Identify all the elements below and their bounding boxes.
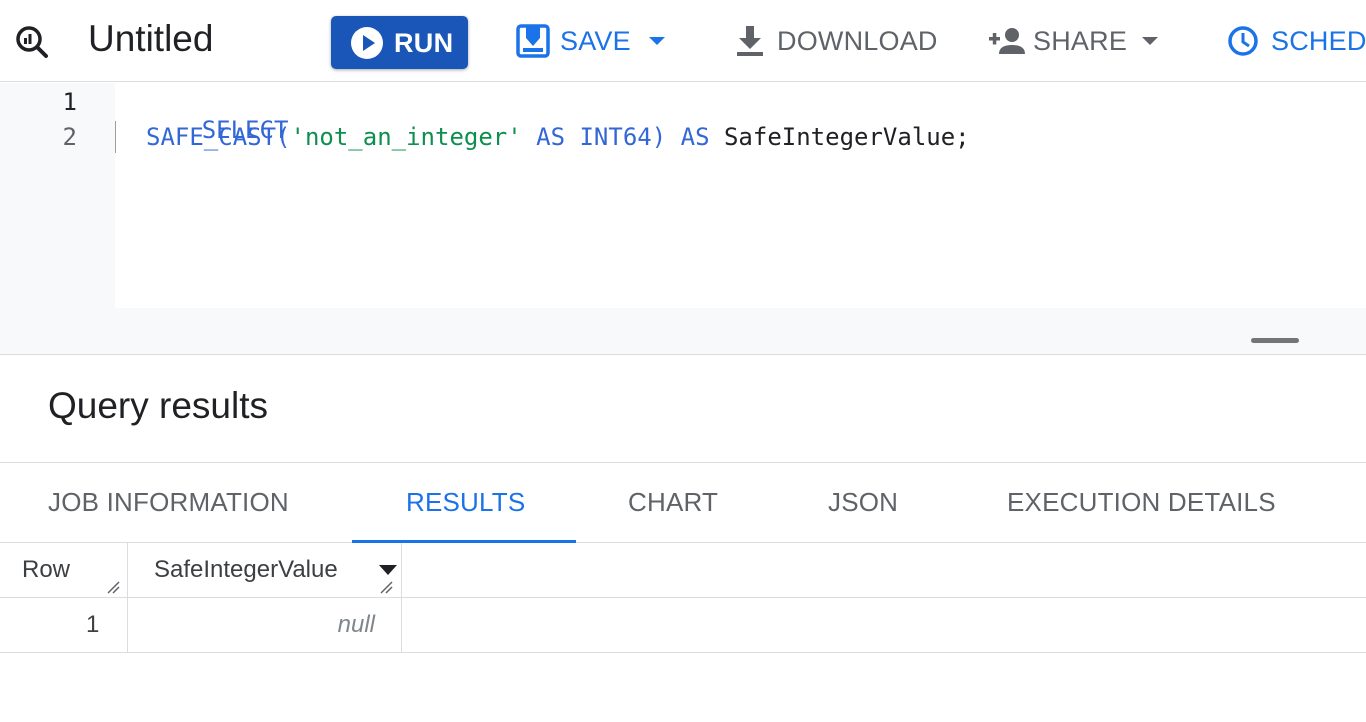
sql-editor[interactable]: 1 2 SELECT SAFE_CAST('not_an_integer' AS… xyxy=(0,83,1366,354)
line-number: 2 xyxy=(62,123,77,151)
query-icon xyxy=(14,24,50,60)
tab-label: EXECUTION DETAILS xyxy=(1007,487,1276,517)
type-token: INT64) xyxy=(579,123,667,151)
download-button-label: DOWNLOAD xyxy=(777,26,938,56)
save-button-label: SAVE xyxy=(560,26,631,56)
tab-json[interactable]: JSON xyxy=(828,463,908,543)
tab-results[interactable]: RESULTS xyxy=(352,463,576,544)
save-button[interactable]: SAVE xyxy=(516,22,672,62)
tab-label: JSON xyxy=(828,487,899,517)
download-icon xyxy=(737,26,763,56)
row-number: 1 xyxy=(86,611,100,638)
tab-label: CHART xyxy=(628,487,719,517)
person-add-icon xyxy=(989,28,1025,54)
column-header-label: Row xyxy=(22,556,71,583)
row-number-cell: 1 xyxy=(0,598,128,653)
share-button-label: SHARE xyxy=(1033,26,1128,56)
chevron-down-icon xyxy=(649,37,665,45)
schedule-button[interactable]: SCHEDU xyxy=(1226,22,1366,62)
editor-resize-handle[interactable] xyxy=(1251,338,1299,343)
keyword-token: AS xyxy=(666,123,724,151)
results-tabs: JOB INFORMATION RESULTS CHART JSON EXECU… xyxy=(0,463,1366,544)
code-area[interactable]: SELECT SAFE_CAST('not_an_integer' AS INT… xyxy=(115,83,1366,308)
function-token: SAFE_CAST( xyxy=(146,123,291,151)
results-header: Query results xyxy=(0,354,1366,463)
column-header-safeintegervalue: SafeIntegerValue xyxy=(128,543,402,598)
run-button-label: RUN xyxy=(394,28,454,58)
table-row: 1 null xyxy=(0,598,1366,653)
column-resize-icon[interactable] xyxy=(106,580,120,594)
table-header-row: Row SafeIntegerValue xyxy=(0,543,1366,598)
play-icon xyxy=(351,27,383,59)
tab-job-information[interactable]: JOB INFORMATION xyxy=(48,463,308,543)
column-header-label: SafeIntegerValue xyxy=(154,556,338,583)
value-cell[interactable]: null xyxy=(128,598,402,653)
schedule-button-label: SCHEDU xyxy=(1271,26,1366,56)
column-header-row: Row xyxy=(0,543,128,598)
string-token: 'not_an_integer' xyxy=(290,123,522,151)
identifier-token: SafeIntegerValue; xyxy=(723,123,970,151)
sort-caret-icon[interactable] xyxy=(379,565,397,575)
query-title[interactable]: Untitled xyxy=(88,18,213,60)
save-icon xyxy=(516,24,550,58)
code-line-2: SAFE_CAST('not_an_integer' AS INT64) AS … xyxy=(146,123,970,151)
clock-icon xyxy=(1228,26,1258,56)
results-title: Query results xyxy=(48,385,269,426)
tab-label: JOB INFORMATION xyxy=(48,487,289,517)
tab-execution-details[interactable]: EXECUTION DETAILS xyxy=(1007,463,1287,543)
column-resize-icon[interactable] xyxy=(379,580,393,594)
chevron-down-icon xyxy=(1142,37,1158,45)
line-number: 1 xyxy=(62,88,77,116)
null-value: null xyxy=(337,611,375,638)
run-button[interactable]: RUN xyxy=(331,16,468,69)
keyword-token: AS xyxy=(521,123,580,151)
tab-chart[interactable]: CHART xyxy=(628,463,728,543)
tab-label: RESULTS xyxy=(406,487,526,517)
indent-guide xyxy=(115,121,116,153)
share-button[interactable]: SHARE xyxy=(987,22,1163,62)
toolbar: Untitled RUN SAVE DOWNLOAD SHARE SCHED xyxy=(0,0,1366,82)
download-button[interactable]: DOWNLOAD xyxy=(735,22,938,62)
